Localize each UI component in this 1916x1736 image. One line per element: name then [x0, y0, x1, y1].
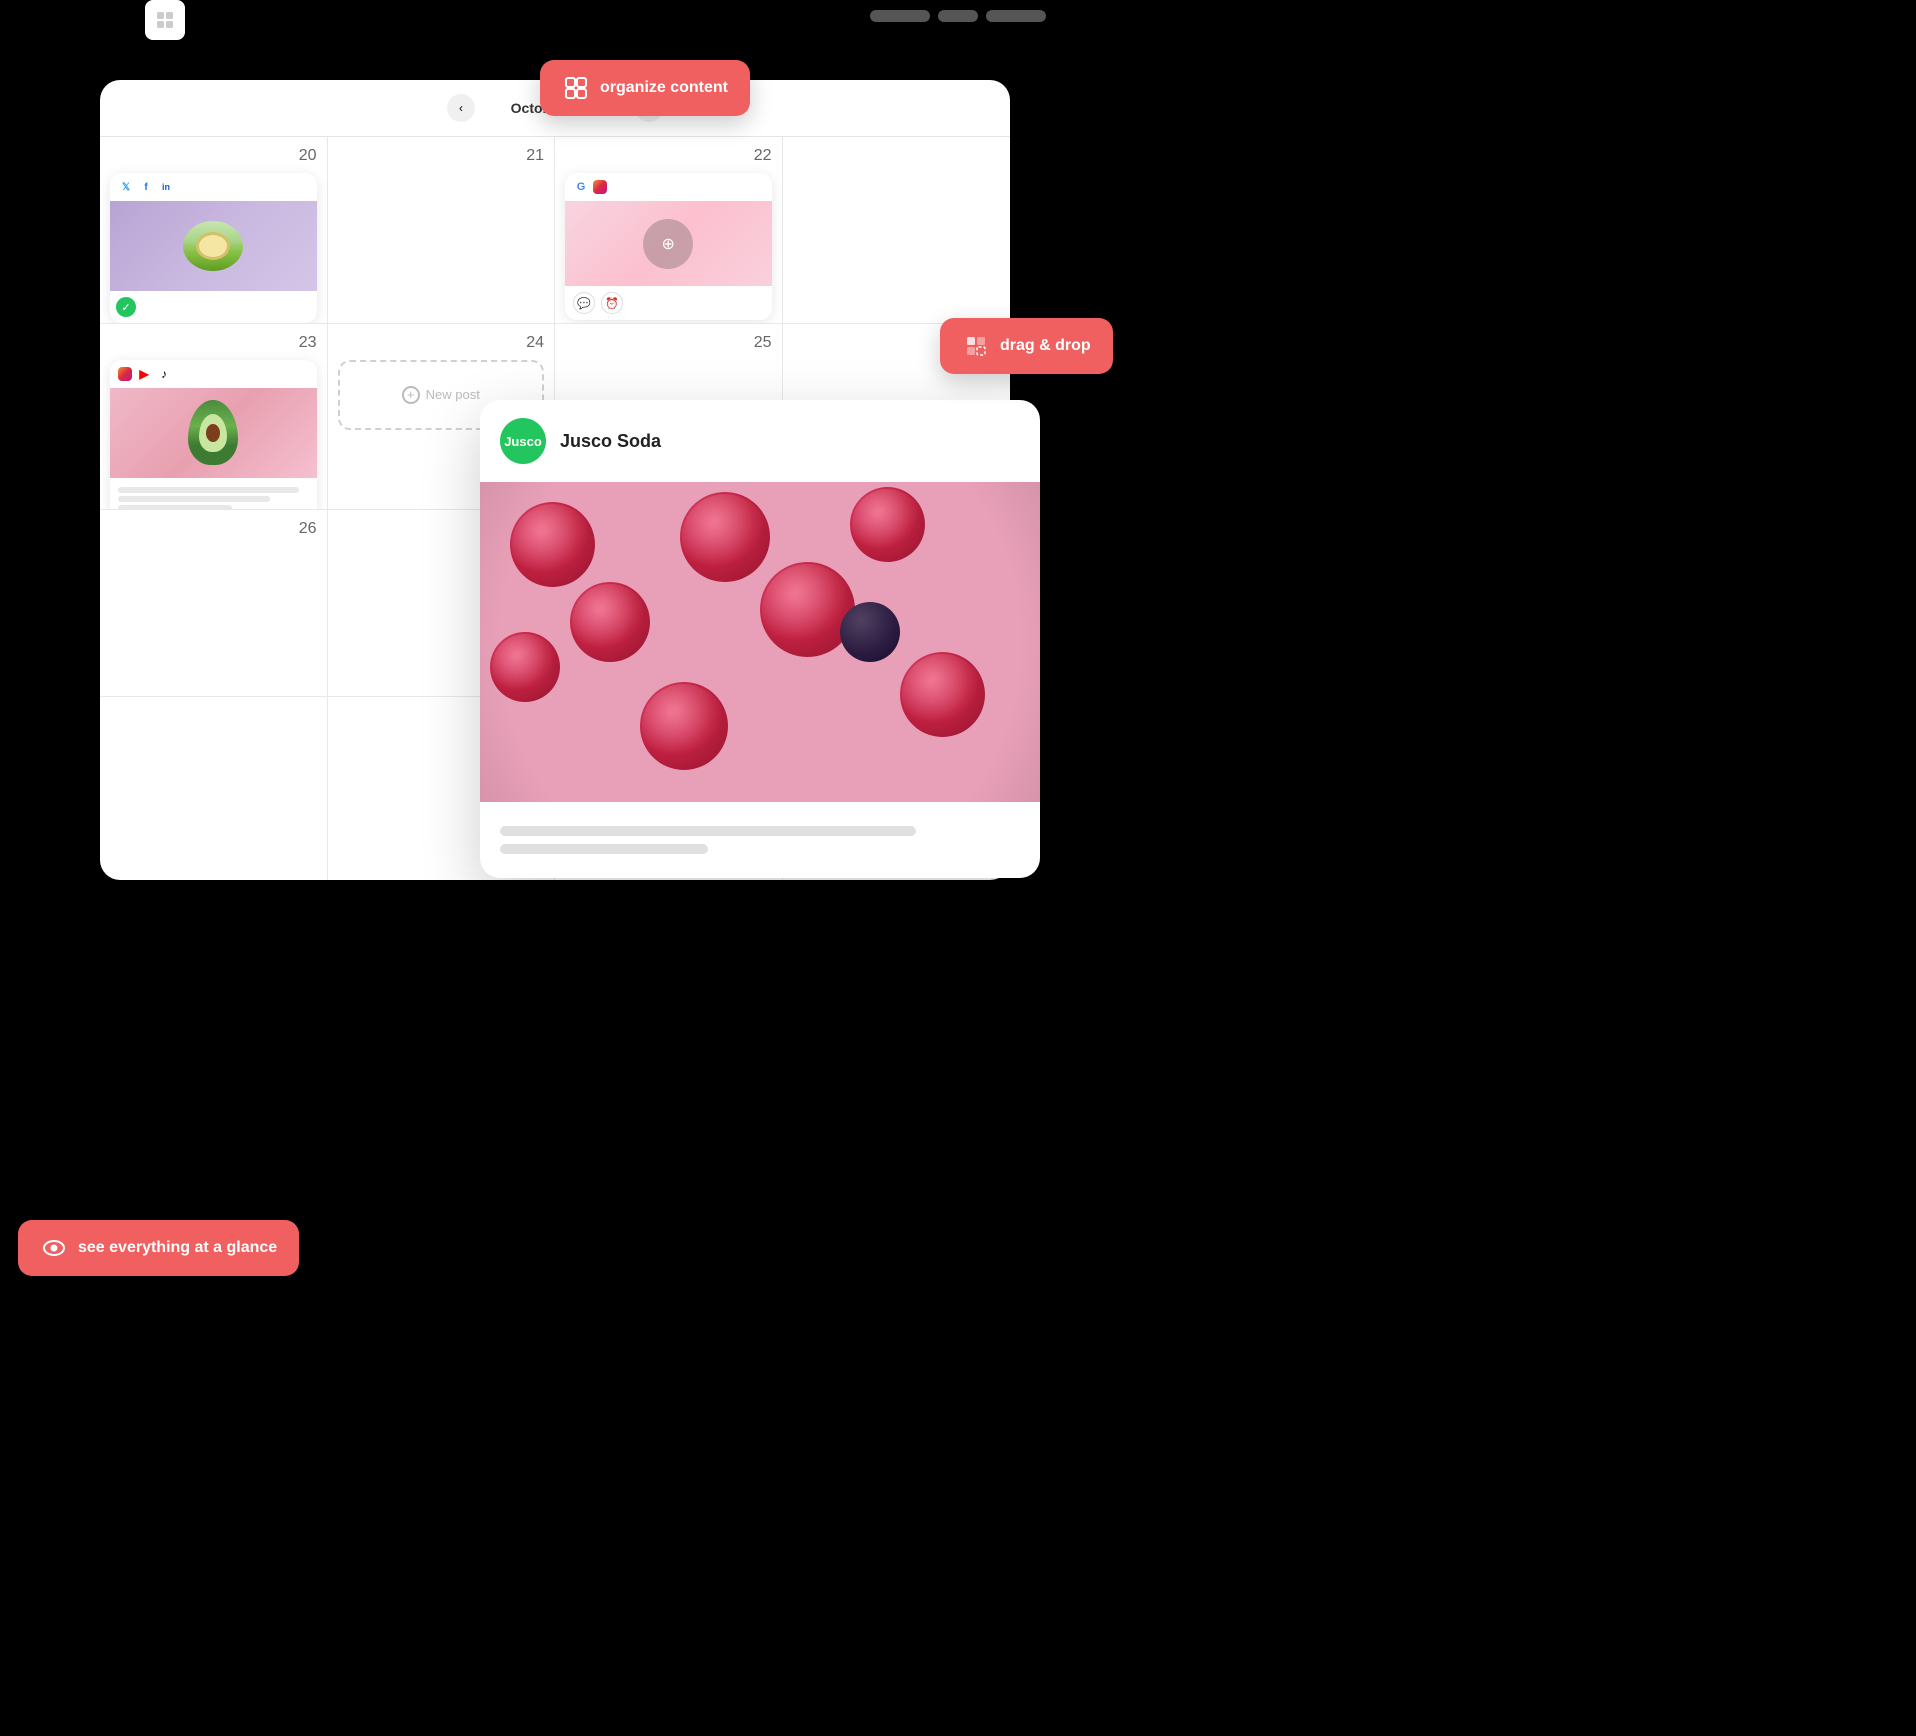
post-check-icon: ✓ [116, 297, 136, 317]
post-card-header: ▶ ♪ [110, 360, 317, 388]
top-bar-pill [986, 10, 1046, 22]
calendar-cell-20[interactable]: 20 𝕏 f in ✓ [100, 137, 328, 324]
clock-icon: ⏰ [601, 292, 623, 314]
top-bar [870, 10, 1046, 22]
footer-line [500, 844, 708, 854]
text-line [118, 487, 299, 493]
avocado-shape [188, 400, 238, 465]
calendar-cell-empty-6[interactable] [100, 697, 328, 881]
post-card-header: G [565, 173, 772, 201]
calendar-cell-21[interactable]: 21 [328, 137, 556, 324]
day-number: 21 [338, 147, 545, 165]
app-icon [145, 0, 185, 40]
glance-badge: see everything at a glance [18, 1220, 299, 1276]
comment-icon: 💬 [573, 292, 595, 314]
avocado-image [110, 388, 317, 478]
post-card-header: 𝕏 f in [110, 173, 317, 201]
day-number: 26 [110, 520, 317, 538]
twitter-icon: 𝕏 [118, 179, 134, 195]
detail-post-image [480, 482, 1040, 802]
raspberry-background [480, 482, 1040, 802]
day-number: 24 [338, 334, 545, 352]
drag-drop-label: drag & drop [1000, 337, 1091, 355]
drag-drop-badge: drag & drop [940, 318, 1113, 374]
post-meta-icons: 💬 ⏰ [565, 286, 772, 320]
youtube-icon: ▶ [136, 366, 152, 382]
prev-month-button[interactable]: ‹ [447, 94, 475, 122]
day-number: 20 [110, 147, 317, 165]
footer-line [500, 826, 916, 836]
drag-icon [962, 332, 990, 360]
new-post-label: New post [426, 387, 480, 402]
google-icon: G [573, 179, 589, 195]
brand-logo: Jusco [500, 418, 546, 464]
day-number: 25 [565, 334, 772, 352]
layout-icon [562, 74, 590, 102]
post-card-melon[interactable]: 𝕏 f in ✓ [110, 173, 317, 323]
glance-label: see everything at a glance [78, 1239, 277, 1257]
melon-shape [183, 221, 243, 271]
brand-name: Jusco Soda [560, 431, 661, 452]
post-card-avocado[interactable]: ▶ ♪ [110, 360, 317, 511]
calendar-cell-22[interactable]: 22 G ⊕ 💬 ⏰ [555, 137, 783, 324]
top-bar-pill [938, 10, 978, 22]
eye-icon [40, 1234, 68, 1262]
tiktok-icon: ♪ [156, 366, 172, 382]
post-detail-card: Jusco Jusco Soda [480, 400, 1040, 878]
instagram-icon-2 [118, 367, 132, 381]
scene: ‹ October 2023 › 20 𝕏 f in ✓ [0, 0, 1916, 1736]
hand-circle-icon: ⊕ [643, 219, 693, 269]
text-line [118, 496, 270, 502]
calendar-cell-empty-1[interactable] [783, 137, 1011, 324]
linkedin-icon: in [158, 179, 174, 195]
calendar-cell-23[interactable]: 23 ▶ ♪ [100, 324, 328, 511]
organize-content-label: organize content [600, 79, 728, 97]
pink-post-image: ⊕ [565, 201, 772, 286]
melon-image [110, 201, 317, 291]
detail-card-footer [480, 802, 1040, 878]
raspberry-overlay [480, 482, 1040, 802]
day-number: 23 [110, 334, 317, 352]
organize-content-badge: organize content [540, 60, 750, 116]
instagram-icon [593, 180, 607, 194]
calendar-cell-26[interactable]: 26 [100, 510, 328, 697]
post-text-lines [110, 478, 317, 511]
day-number: 22 [565, 147, 772, 165]
facebook-icon: f [138, 179, 154, 195]
detail-card-header: Jusco Jusco Soda [480, 400, 1040, 482]
post-card-pink[interactable]: G ⊕ 💬 ⏰ [565, 173, 772, 320]
avocado-inner [199, 414, 227, 452]
add-post-icon: + [402, 386, 420, 404]
top-bar-pill [870, 10, 930, 22]
avocado-seed [206, 424, 220, 442]
